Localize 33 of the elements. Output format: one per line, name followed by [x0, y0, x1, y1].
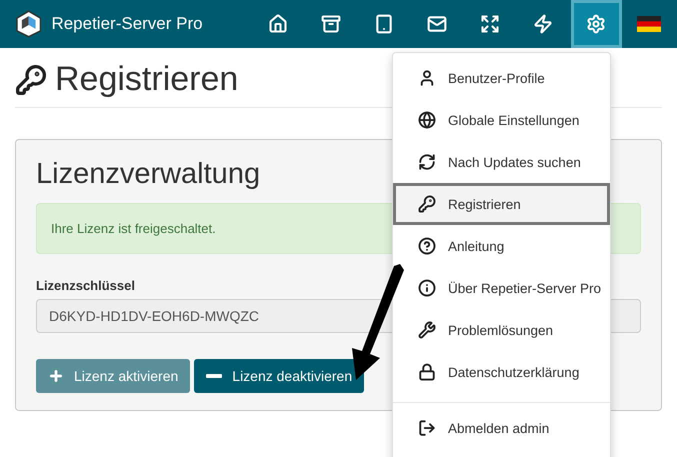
archive-icon — [321, 14, 342, 34]
menu-item[interactable]: Registrieren — [393, 183, 610, 225]
plus-icon — [48, 368, 64, 384]
logo-icon — [16, 10, 42, 38]
info-icon — [418, 279, 436, 297]
globe-icon — [418, 111, 436, 129]
menu-item[interactable]: Abmelden admin — [393, 407, 610, 449]
menu-item[interactable]: Benutzer-Profile — [393, 57, 610, 99]
minus-icon — [206, 374, 222, 378]
logout-icon — [418, 419, 436, 437]
panel-title: Lizenzverwaltung — [36, 158, 260, 191]
lightning-icon — [533, 14, 554, 34]
tablet-icon — [374, 14, 394, 34]
flag-icon — [637, 16, 662, 32]
wrench-icon — [418, 321, 436, 339]
help-icon — [418, 237, 436, 255]
expand-icon — [480, 14, 500, 34]
key-icon — [15, 64, 47, 96]
lock-icon — [418, 363, 436, 381]
refresh-icon — [418, 153, 436, 171]
mail-icon — [427, 14, 448, 34]
app-title: Repetier-Server Pro — [51, 14, 204, 34]
activate-button[interactable]: Lizenz aktivieren — [36, 359, 190, 393]
user-icon — [418, 69, 436, 87]
key-icon — [418, 195, 436, 213]
settings-icon — [586, 14, 606, 34]
home-icon — [268, 14, 288, 34]
field-label: Lizenzschlüssel — [36, 278, 135, 293]
page-title: Registrieren — [55, 60, 238, 99]
menu-item[interactable]: Datenschutzerklärung — [393, 351, 610, 393]
menu-item[interactable]: Nach Updates suchen — [393, 141, 610, 183]
deactivate-button[interactable]: Lizenz deaktivieren — [194, 359, 364, 393]
menu-item[interactable]: Globale Einstellungen — [393, 99, 610, 141]
